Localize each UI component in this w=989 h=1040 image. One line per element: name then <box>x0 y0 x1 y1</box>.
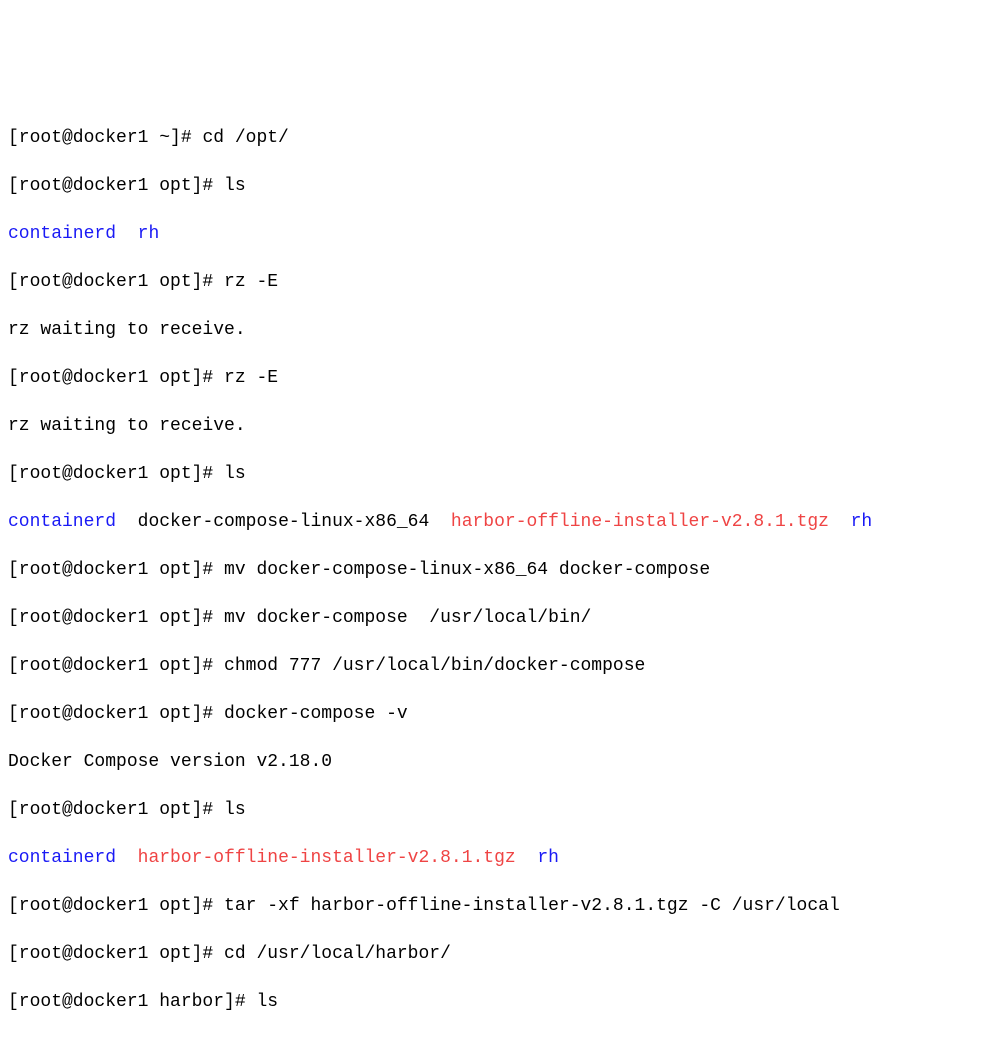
command-text: mv docker-compose-linux-x86_64 docker-co… <box>224 560 710 580</box>
prompt: [root@docker1 opt]# <box>8 560 224 580</box>
gap <box>116 224 138 244</box>
archive-name: harbor-offline-installer-v2.8.1.tgz <box>138 848 516 868</box>
command-text: chmod 777 /usr/local/bin/docker-compose <box>224 656 645 676</box>
terminal-line: rz waiting to receive. <box>8 414 981 438</box>
prompt: [root@docker1 harbor]# <box>8 992 256 1012</box>
command-text: rz -E <box>224 272 278 292</box>
prompt: [root@docker1 opt]# <box>8 272 224 292</box>
prompt: [root@docker1 opt]# <box>8 464 224 484</box>
terminal-line: [root@docker1 opt]# chmod 777 /usr/local… <box>8 654 981 678</box>
dir-name: rh <box>537 848 559 868</box>
command-text: docker-compose -v <box>224 704 408 724</box>
dir-name: rh <box>138 224 160 244</box>
command-text: tar -xf harbor-offline-installer-v2.8.1.… <box>224 896 840 916</box>
dir-name: containerd <box>8 224 116 244</box>
terminal-line: containerd harbor-offline-installer-v2.8… <box>8 846 981 870</box>
terminal-line: [root@docker1 opt]# tar -xf harbor-offli… <box>8 894 981 918</box>
output-text: Docker Compose version v2.18.0 <box>8 752 332 772</box>
prompt: [root@docker1 opt]# <box>8 944 224 964</box>
gap <box>829 512 851 532</box>
terminal-line: [root@docker1 opt]# rz -E <box>8 366 981 390</box>
terminal-line: [root@docker1 opt]# docker-compose -v <box>8 702 981 726</box>
prompt: [root@docker1 opt]# <box>8 176 224 196</box>
terminal-line: [root@docker1 opt]# rz -E <box>8 270 981 294</box>
prompt: [root@docker1 opt]# <box>8 704 224 724</box>
terminal-line: containerd rh <box>8 222 981 246</box>
command-text: ls <box>224 464 246 484</box>
terminal-line: [root@docker1 ~]# cd /opt/ <box>8 126 981 150</box>
terminal-line: [root@docker1 opt]# mv docker-compose-li… <box>8 558 981 582</box>
dir-name: containerd <box>8 512 116 532</box>
command-text: ls <box>256 992 278 1012</box>
terminal-line: [root@docker1 opt]# ls <box>8 174 981 198</box>
gap <box>116 512 138 532</box>
archive-name: harbor-offline-installer-v2.8.1.tgz <box>451 512 829 532</box>
terminal-line: [root@docker1 opt]# ls <box>8 798 981 822</box>
prompt: [root@docker1 opt]# <box>8 608 224 628</box>
prompt: [root@docker1 opt]# <box>8 800 224 820</box>
command-text: rz -E <box>224 368 278 388</box>
terminal-line: [root@docker1 harbor]# ls <box>8 990 981 1014</box>
terminal-line: common.sh harbor.v2.8.1.tar.gz harbor.ym… <box>8 1038 981 1040</box>
command-text: mv docker-compose /usr/local/bin/ <box>224 608 591 628</box>
prompt: [root@docker1 ~]# <box>8 128 202 148</box>
command-text: ls <box>224 176 246 196</box>
gap <box>516 848 538 868</box>
terminal-line: [root@docker1 opt]# cd /usr/local/harbor… <box>8 942 981 966</box>
prompt: [root@docker1 opt]# <box>8 896 224 916</box>
terminal-line: [root@docker1 opt]# mv docker-compose /u… <box>8 606 981 630</box>
dir-name: containerd <box>8 848 116 868</box>
text-cursor-icon: I <box>919 1038 927 1040</box>
output-text: rz waiting to receive. <box>8 320 246 340</box>
terminal-line: containerd docker-compose-linux-x86_64 h… <box>8 510 981 534</box>
file-name: docker-compose-linux-x86_64 <box>138 512 430 532</box>
prompt: [root@docker1 opt]# <box>8 656 224 676</box>
command-text: cd /opt/ <box>202 128 288 148</box>
terminal-line: rz waiting to receive. <box>8 318 981 342</box>
command-text: ls <box>224 800 246 820</box>
command-text: cd /usr/local/harbor/ <box>224 944 451 964</box>
dir-name: rh <box>851 512 873 532</box>
terminal-line: Docker Compose version v2.18.0 <box>8 750 981 774</box>
gap <box>429 512 451 532</box>
terminal-output[interactable]: [root@docker1 ~]# cd /opt/ [root@docker1… <box>8 102 981 1040</box>
prompt: [root@docker1 opt]# <box>8 368 224 388</box>
output-text: rz waiting to receive. <box>8 416 246 436</box>
terminal-line: [root@docker1 opt]# ls <box>8 462 981 486</box>
gap <box>116 848 138 868</box>
